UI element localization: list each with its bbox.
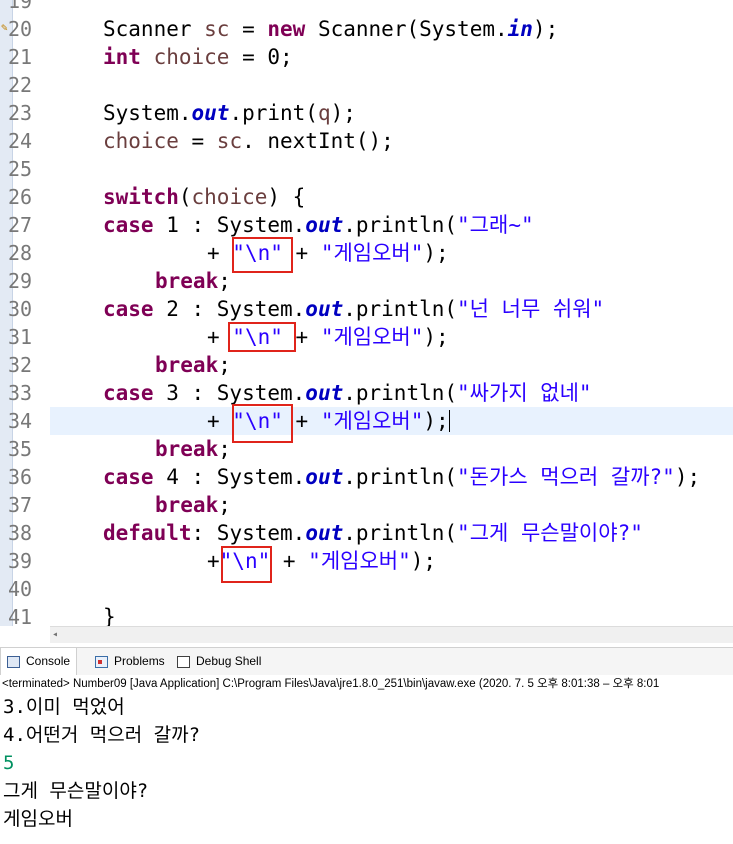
console-output[interactable]: 3.이미 먹었어 4.어떤거 먹으러 갈까? 5 그게 무슨말이야? 게임오버 xyxy=(0,693,733,844)
console-line: 게임오버 xyxy=(3,808,73,830)
horizontal-scrollbar[interactable]: ◂ xyxy=(50,626,733,643)
tab-console[interactable]: Console xyxy=(0,648,78,675)
line-number: 30 xyxy=(8,297,33,321)
tab-label: Console xyxy=(26,654,71,668)
line-number: 23 xyxy=(8,101,33,125)
code-line[interactable]: break; xyxy=(155,491,231,519)
line-number: 40 xyxy=(8,577,33,601)
code-line[interactable]: } xyxy=(103,603,116,626)
line-number: 32 xyxy=(8,353,33,377)
code-line[interactable]: switch(choice) { xyxy=(103,183,305,211)
line-number: 19 xyxy=(8,0,33,13)
text-caret xyxy=(448,410,450,432)
code-line[interactable]: case 1 : System.out.println("그래~" xyxy=(103,211,534,239)
line-number: 37 xyxy=(8,493,33,517)
code-line[interactable]: case 4 : System.out.println("돈가스 먹으러 갈까?… xyxy=(103,463,700,491)
highlight-box xyxy=(228,322,296,352)
console-icon xyxy=(7,655,20,668)
line-number: 27 xyxy=(8,213,33,237)
console-status-line: <terminated> Number09 [Java Application]… xyxy=(0,675,733,693)
line-number: 34 xyxy=(8,409,33,433)
code-line[interactable]: default: System.out.println("그게 무슨말이야?" xyxy=(103,519,643,547)
code-line[interactable]: Scanner sc = new Scanner(System.in); xyxy=(103,15,558,43)
highlight-box xyxy=(232,404,293,443)
code-editor[interactable]: ✎ 19 20 21 22 23 24 25 26 27 28 29 30 31… xyxy=(0,0,733,626)
line-number: 22 xyxy=(8,73,33,97)
tab-debug-shell[interactable]: Debug Shell xyxy=(177,648,261,675)
line-number: 38 xyxy=(8,521,33,545)
scroll-left-icon[interactable]: ◂ xyxy=(52,628,58,642)
line-number: 21 xyxy=(8,45,33,69)
tab-problems[interactable]: Problems xyxy=(95,648,165,675)
line-number: 28 xyxy=(8,241,33,265)
console-line: 4.어떤거 먹으러 갈까? xyxy=(3,724,201,746)
highlight-box xyxy=(221,546,272,583)
line-number: 20 xyxy=(8,17,33,41)
line-number: 36 xyxy=(8,465,33,489)
code-line[interactable]: case 2 : System.out.println("넌 너무 쉬워" xyxy=(103,295,604,323)
highlight-box xyxy=(232,237,293,273)
line-number: 41 xyxy=(8,605,33,626)
console-tab-bar: Console Problems Debug Shell xyxy=(0,647,733,675)
console-line: 그게 무슨말이야? xyxy=(3,780,149,802)
line-number: 31 xyxy=(8,325,33,349)
problems-icon xyxy=(95,655,108,668)
code-line[interactable]: break; xyxy=(155,351,231,379)
line-number: 24 xyxy=(8,129,33,153)
console-input-line: 5 xyxy=(3,752,15,774)
line-number: 35 xyxy=(8,437,33,461)
code-line[interactable]: break; xyxy=(155,267,231,295)
line-number: 33 xyxy=(8,381,33,405)
code-line[interactable]: System.out.print(q); xyxy=(103,99,356,127)
tab-label: Problems xyxy=(114,654,165,668)
code-line[interactable]: choice = sc. nextInt(); xyxy=(103,127,394,155)
line-number: 39 xyxy=(8,549,33,573)
line-number: 25 xyxy=(8,157,33,181)
code-line[interactable]: break; xyxy=(155,435,231,463)
line-number: 26 xyxy=(8,185,33,209)
line-number: 29 xyxy=(8,269,33,293)
code-line[interactable]: int choice = 0; xyxy=(103,43,293,71)
code-line[interactable]: case 3 : System.out.println("싸가지 없네" xyxy=(103,379,592,407)
tab-label: Debug Shell xyxy=(196,654,262,668)
debug-shell-icon xyxy=(177,655,190,668)
process-status-text: <terminated> Number09 [Java Application]… xyxy=(2,678,660,690)
console-line: 3.이미 먹었어 xyxy=(3,696,125,718)
